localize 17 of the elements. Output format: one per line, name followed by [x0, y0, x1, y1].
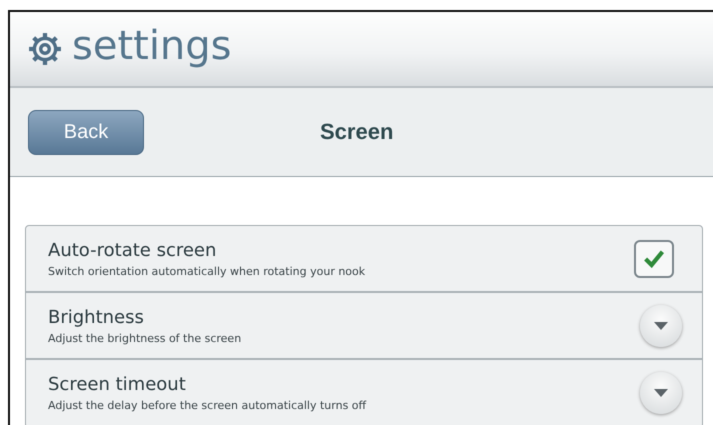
caret-icon [653, 320, 669, 330]
settings-icon [28, 32, 62, 66]
dropdown-button[interactable] [640, 304, 682, 346]
checkbox[interactable] [634, 240, 674, 278]
dropdown-button[interactable] [640, 372, 682, 414]
setting-title: Auto-rotate screen [48, 240, 218, 260]
setting-description: Adjust the brightness of the screen [48, 332, 242, 344]
section-title: Screen [320, 119, 394, 145]
setting-row[interactable]: Screen timeout Adjust the delay before the screen automatically turns off [26, 360, 702, 425]
setting-title: Brightness [48, 306, 145, 328]
setting-row[interactable]: Auto-rotate screen Switch orientation automatically when rotating your nook [26, 226, 702, 293]
caret-icon [653, 388, 669, 398]
page-title: settings [72, 23, 232, 71]
setting-title: Screen timeout [48, 374, 187, 394]
setting-description: Adjust the delay before the screen automatically turns off [48, 398, 366, 412]
setting-description: Switch orientation automatically when rotating your nook [48, 264, 366, 278]
setting-row[interactable]: Brightness Adjust the brightness of the screen [26, 293, 702, 360]
